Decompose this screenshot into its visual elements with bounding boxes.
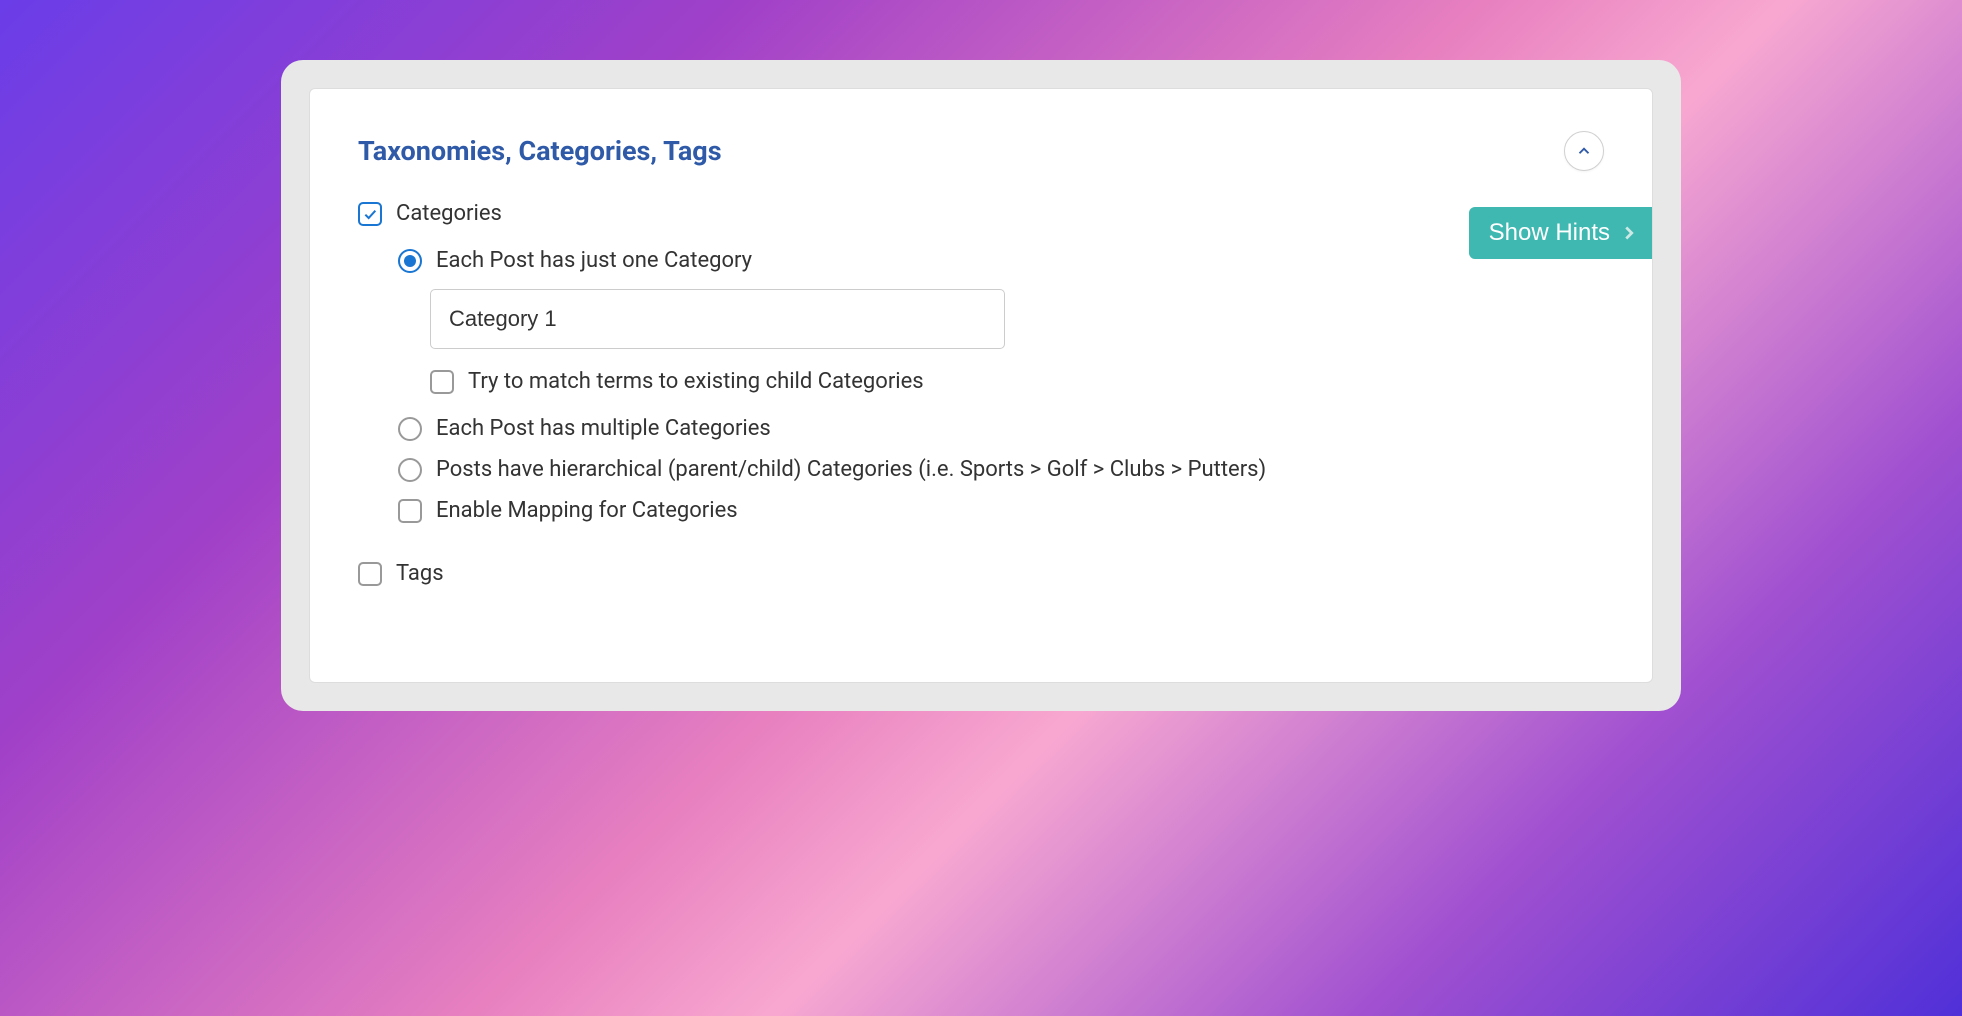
categories-label: Categories	[396, 201, 502, 226]
match-terms-checkbox[interactable]	[430, 370, 454, 394]
tags-checkbox[interactable]	[358, 562, 382, 586]
tags-label: Tags	[396, 561, 444, 586]
outer-container: Taxonomies, Categories, Tags Show Hints …	[281, 60, 1681, 711]
match-terms-label: Try to match terms to existing child Cat…	[468, 369, 924, 394]
hierarchical-categories-label: Posts have hierarchical (parent/child) C…	[436, 457, 1266, 482]
show-hints-label: Show Hints	[1489, 219, 1610, 247]
single-category-row: Each Post has just one Category	[398, 248, 1604, 273]
single-category-label: Each Post has just one Category	[436, 248, 752, 273]
chevron-right-icon	[1618, 222, 1640, 244]
panel-title: Taxonomies, Categories, Tags	[358, 135, 722, 167]
panel-header: Taxonomies, Categories, Tags	[358, 131, 1604, 171]
tags-row: Tags	[358, 561, 1604, 586]
multiple-categories-row: Each Post has multiple Categories	[398, 416, 1604, 441]
category-name-input[interactable]	[430, 289, 1005, 349]
multiple-categories-label: Each Post has multiple Categories	[436, 416, 771, 441]
check-icon	[362, 206, 378, 222]
chevron-up-icon	[1575, 142, 1593, 160]
hierarchical-categories-row: Posts have hierarchical (parent/child) C…	[398, 457, 1604, 482]
collapse-button[interactable]	[1564, 131, 1604, 171]
taxonomies-panel: Taxonomies, Categories, Tags Show Hints …	[309, 88, 1653, 683]
enable-mapping-label: Enable Mapping for Categories	[436, 498, 738, 523]
categories-row: Categories	[358, 201, 1604, 226]
categories-checkbox[interactable]	[358, 202, 382, 226]
hierarchical-categories-radio[interactable]	[398, 458, 422, 482]
single-category-radio[interactable]	[398, 249, 422, 273]
enable-mapping-row: Enable Mapping for Categories	[398, 498, 1604, 523]
multiple-categories-radio[interactable]	[398, 417, 422, 441]
show-hints-button[interactable]: Show Hints	[1469, 207, 1652, 259]
enable-mapping-checkbox[interactable]	[398, 499, 422, 523]
match-terms-row: Try to match terms to existing child Cat…	[430, 369, 1604, 394]
